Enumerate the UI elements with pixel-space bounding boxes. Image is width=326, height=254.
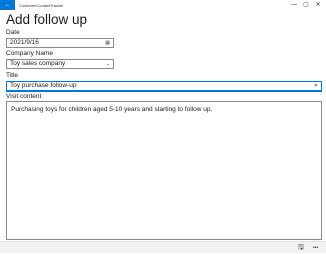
title-label: Title [6,72,19,79]
visit-content-textarea[interactable]: Purchasing toys for children aged 5-10 y… [6,101,322,240]
company-label: Company Name [6,50,53,57]
title-value: Toy purchase follow-up [10,82,77,89]
close-button[interactable]: ✕ [312,0,324,10]
app-title: CustomerContactTracker [19,2,64,8]
chevron-down-icon: ⌄ [105,61,110,67]
maximize-button[interactable]: ▢ [300,0,312,10]
back-arrow-icon: ← [4,2,11,8]
date-value: 2021/9/16 [10,39,39,46]
command-bar: 🖫 ••• [0,241,326,253]
title-bar: ← CustomerContactTracker — ▢ ✕ [0,0,326,10]
calendar-icon: ▦ [105,40,110,46]
minimize-button[interactable]: — [288,0,300,10]
page-title: Add follow up [6,12,88,27]
date-label: Date [6,29,20,36]
clear-icon[interactable]: ✕ [314,82,318,90]
company-dropdown[interactable]: Toy sales company ⌄ [6,59,114,69]
save-icon[interactable]: 🖫 [298,243,304,254]
back-button[interactable]: ← [0,0,15,10]
title-input[interactable]: Toy purchase follow-up ✕ [6,81,322,92]
company-value: Toy sales company [10,60,66,67]
date-picker[interactable]: 2021/9/16 ▦ [6,38,114,48]
visit-content-value: Purchasing toys for children aged 5-10 y… [11,106,213,113]
more-button[interactable]: ••• [313,245,318,251]
visit-label: Visit content [6,93,42,100]
window-controls: — ▢ ✕ [288,0,324,10]
